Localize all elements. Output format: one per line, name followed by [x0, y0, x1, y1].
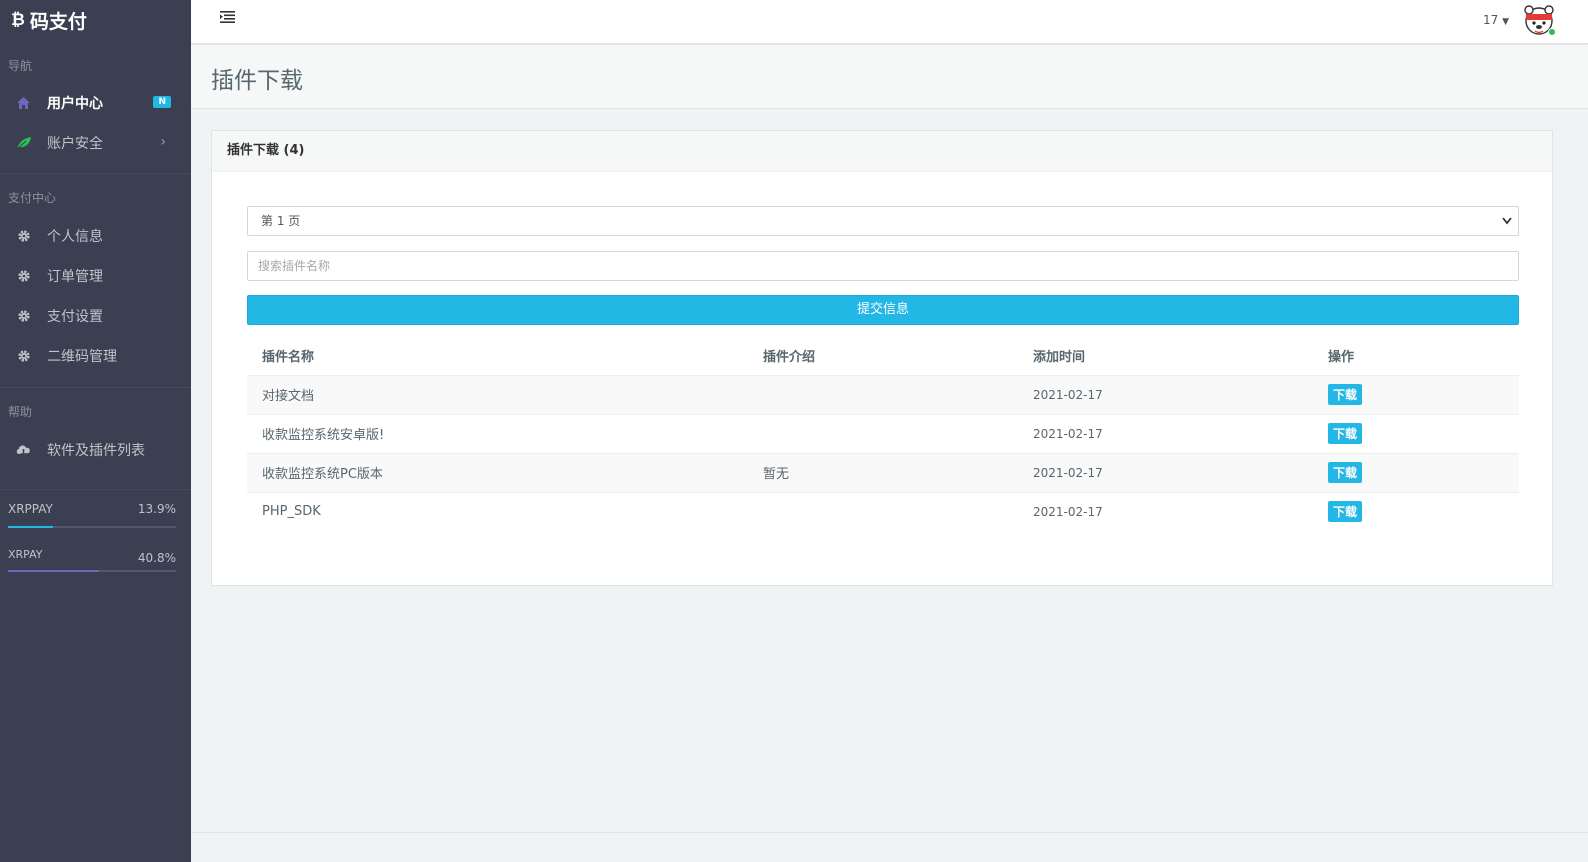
- gear-icon: [15, 349, 32, 363]
- page-header: 插件下载: [191, 45, 1588, 109]
- nav-section-heading: 导航: [8, 59, 33, 73]
- chevron-down-icon: [1502, 207, 1512, 246]
- action-cell: 下载: [1313, 414, 1519, 454]
- footer: [191, 832, 1588, 862]
- submit-button[interactable]: 提交信息: [247, 295, 1519, 325]
- nav-section-heading: 帮助: [8, 405, 33, 419]
- stat-xrpay: XRPAY 40.8%: [0, 548, 191, 572]
- table-header-row: 插件名称 插件介绍 添加时间 操作: [247, 337, 1519, 376]
- download-button[interactable]: 下载: [1328, 384, 1363, 405]
- stat-xrppay: XRPPAY 13.9%: [0, 502, 191, 528]
- stat-value: 13.9%: [137, 502, 176, 516]
- nav-section-heading: 支付中心: [8, 191, 57, 205]
- brand-name: 码支付: [29, 10, 87, 33]
- leaf-icon: [15, 136, 32, 150]
- sidebar-item-label: 用户中心: [47, 96, 103, 112]
- bitcoin-logo-icon: ₿: [11, 10, 25, 30]
- stat-value: 40.8%: [137, 551, 176, 565]
- plugin-date: 2021-02-17: [1033, 504, 1103, 519]
- stat-label: XRPAY: [8, 548, 43, 561]
- plugin-desc: [748, 375, 1018, 415]
- gear-icon: [15, 229, 32, 243]
- sidebar-item-label: 支付设置: [47, 309, 103, 325]
- caret-down-icon: ▼: [1502, 17, 1510, 27]
- table-row: 收款监控系统安卓版! 2021-02-17 下载: [247, 414, 1519, 454]
- plugin-date: 2021-02-17: [1018, 375, 1313, 415]
- plugin-name: PHP_SDK: [262, 504, 321, 520]
- progress-fill: [8, 570, 99, 572]
- plugin-desc: [748, 492, 1018, 531]
- table-row: 收款监控系统PC版本 暂无 2021-02-17 下载: [247, 453, 1519, 493]
- sidebar-item-personal-info[interactable]: 个人信息: [0, 216, 191, 256]
- stat-label: XRPPAY: [8, 502, 53, 516]
- plugin-download-panel: 插件下载 (4) 第 1 页 提交信息 插件名称 插件介绍 添加时间 操作 对接…: [211, 130, 1553, 586]
- user-number: 17: [1483, 13, 1499, 27]
- home-icon: [15, 96, 32, 110]
- plugin-table: 插件名称 插件介绍 添加时间 操作 对接文档 2021-02-17 下载 收款监…: [247, 337, 1519, 531]
- plugin-desc: [748, 414, 1018, 454]
- cloud-download-icon: [15, 443, 32, 457]
- sidebar: ₿ 码支付 导航 用户中心 N 账户安全 › 支付中心 个人信息 订单管理 支付…: [0, 0, 191, 862]
- sidebar-item-user-center[interactable]: 用户中心 N: [0, 83, 191, 123]
- plugin-date: 2021-02-17: [1018, 414, 1313, 454]
- brand[interactable]: ₿ 码支付: [0, 0, 191, 40]
- sidebar-item-label: 个人信息: [47, 229, 103, 245]
- panel-heading: 插件下载 (4): [212, 131, 1552, 172]
- table-row: 对接文档 2021-02-17 下载: [247, 375, 1519, 415]
- action-cell: 下载: [1313, 375, 1519, 415]
- topbar: 17 ▼: [191, 0, 1588, 44]
- sidebar-item-label: 订单管理: [47, 269, 103, 285]
- action-cell: 下载: [1313, 453, 1519, 493]
- plugin-desc: 暂无: [748, 453, 1018, 493]
- sidebar-item-label: 二维码管理: [47, 349, 117, 365]
- action-cell: 下载: [1313, 492, 1519, 531]
- download-button[interactable]: 下载: [1328, 423, 1363, 444]
- page-select-value: 第 1 页: [261, 214, 301, 228]
- gear-icon: [15, 309, 32, 323]
- chevron-right-icon: ›: [160, 134, 166, 150]
- sidebar-item-order-management[interactable]: 订单管理: [0, 256, 191, 296]
- table-row: PHP_SDK 2021-02-17 下载: [247, 492, 1519, 531]
- sidebar-item-label: 账户安全: [47, 136, 103, 152]
- download-button[interactable]: 下载: [1328, 501, 1363, 523]
- user-dropdown[interactable]: 17 ▼: [1483, 13, 1509, 27]
- plugin-name: 对接文档: [247, 375, 748, 415]
- page-title: 插件下载: [211, 68, 303, 94]
- plugin-name: 收款监控系统安卓版!: [247, 414, 748, 454]
- column-header: 插件介绍: [748, 337, 1018, 376]
- page-select[interactable]: 第 1 页: [247, 206, 1519, 236]
- gear-icon: [15, 269, 32, 283]
- new-badge: N: [153, 96, 171, 108]
- menu-toggle-icon[interactable]: [220, 11, 235, 27]
- column-header: 插件名称: [247, 337, 748, 376]
- download-button[interactable]: 下载: [1328, 462, 1363, 483]
- plugin-date: 2021-02-17: [1018, 453, 1313, 493]
- sidebar-item-software-plugins[interactable]: 软件及插件列表: [0, 430, 191, 470]
- sidebar-item-account-security[interactable]: 账户安全 ›: [0, 123, 191, 163]
- plugin-name: 收款监控系统PC版本: [247, 453, 748, 493]
- column-header: 操作: [1313, 337, 1519, 376]
- search-input[interactable]: [247, 251, 1519, 281]
- column-header: 添加时间: [1018, 337, 1313, 376]
- progress-bar: [8, 570, 176, 572]
- sidebar-item-qrcode-management[interactable]: 二维码管理: [0, 336, 191, 376]
- online-status-dot: [1548, 28, 1556, 36]
- sidebar-item-label: 软件及插件列表: [47, 443, 145, 459]
- sidebar-item-payment-settings[interactable]: 支付设置: [0, 296, 191, 336]
